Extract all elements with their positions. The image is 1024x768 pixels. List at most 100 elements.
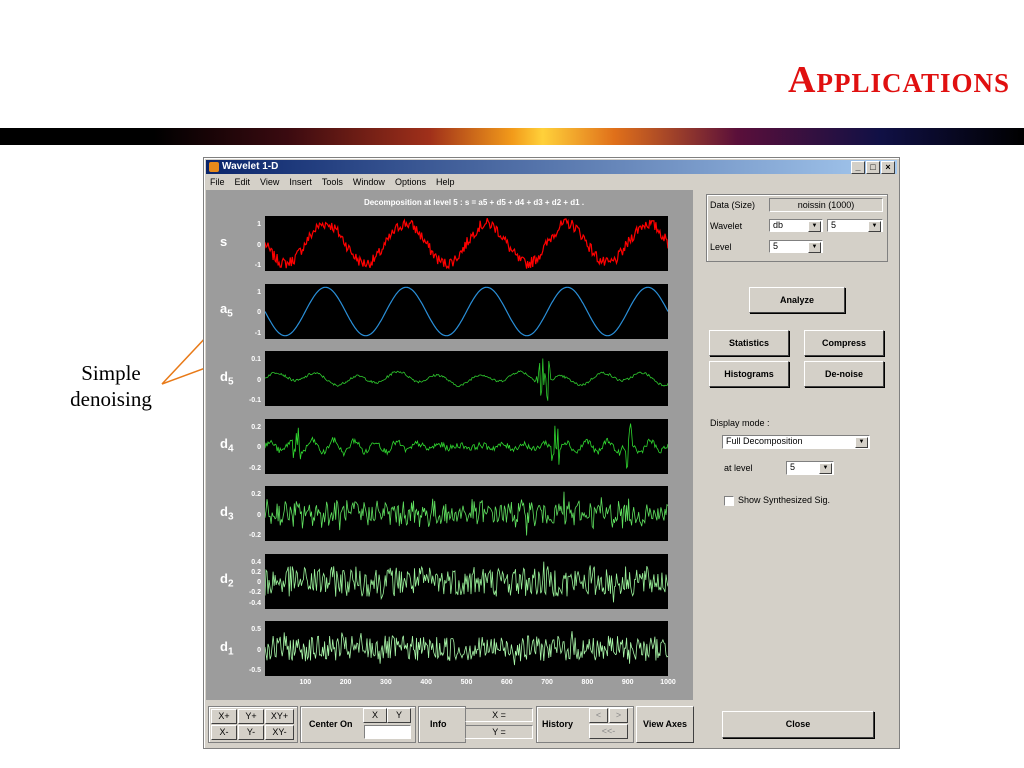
x-tick-label: 600 [500,679,513,686]
zoom-y-plus-button[interactable]: Y+ [238,709,264,724]
x-tick-label: 700 [541,679,553,686]
subplot-d1[interactable] [265,621,668,676]
chevron-down-icon: ▼ [808,221,821,232]
menu-window[interactable]: Window [353,175,385,189]
subplot-label-a5: a5 [220,301,233,320]
subplot-label-sub: 3 [227,511,234,523]
at-level-select[interactable]: 5 ▼ [786,461,834,475]
window-titlebar[interactable]: Wavelet 1-D _ □ × [206,160,897,174]
matlab-logo-icon [209,162,219,172]
y-tick-label: 0 [257,444,261,451]
signal-trace-d2 [265,561,668,602]
y-tick-label: 0 [257,646,261,654]
menu-insert[interactable]: Insert [289,175,312,189]
history-forward-button[interactable]: > [609,708,628,723]
close-button[interactable]: Close [722,711,874,738]
zoom-x-minus-button[interactable]: X- [211,725,237,740]
histograms-button[interactable]: Histograms [709,361,789,387]
data-size-field: noissin (1000) [769,198,883,212]
history-first-button[interactable]: <<- [589,724,628,739]
y-tick-label: 0 [257,376,261,384]
subplot-label-sub: 4 [227,443,234,455]
wavelet-family-select[interactable]: db ▼ [769,219,823,232]
center-y-button[interactable]: Y [387,708,411,723]
subplot-label-name: d [220,436,228,451]
minimize-button[interactable]: _ [851,161,865,174]
subplot-label-d2: d2 [220,571,234,590]
signal-trace-d1 [265,631,668,666]
subplot-d2[interactable] [265,553,668,609]
signal-trace-d5 [265,358,668,401]
center-value-input[interactable] [364,725,411,739]
zoom-y-minus-button[interactable]: Y- [238,725,264,740]
signal-trace-a5 [265,286,668,336]
subplot-label-d1: d1 [220,639,234,658]
x-tick-label: 200 [339,679,352,686]
analyze-button[interactable]: Analyze [749,287,845,313]
subplot-label-d3: d3 [220,504,234,523]
menubar: File Edit View Insert Tools Window Optio… [206,175,897,189]
subplot-label-d4: d4 [220,436,234,455]
display-mode-select[interactable]: Full Decomposition ▼ [722,435,870,449]
show-synthesized-label: Show Synthesized Sig. [738,495,831,505]
at-level-value: 5 [790,462,796,472]
menu-edit[interactable]: Edit [235,175,251,189]
chevron-down-icon: ▼ [808,242,821,253]
subplot-a5[interactable] [265,283,668,339]
zoom-xy-minus-button[interactable]: XY- [265,725,294,740]
y-tick-label: -0.2 [248,589,261,597]
x-tick-label: 1000 [660,679,676,686]
history-back-button[interactable]: < [589,708,608,723]
y-tick-label: -1 [254,329,261,337]
subplot-d4[interactable] [265,418,668,474]
signal-trace-d3 [265,491,668,536]
show-synthesized-checkbox[interactable] [724,496,734,506]
menu-file[interactable]: File [210,175,225,189]
info-label: Info [430,719,447,729]
y-tick-label: 0.2 [251,568,261,576]
subplot-label-name: s [220,233,228,249]
denoise-button[interactable]: De-noise [804,361,884,387]
zoom-xy-plus-button[interactable]: XY+ [265,709,294,724]
level-value: 5 [773,241,779,251]
menu-tools[interactable]: Tools [322,175,343,189]
y-tick-label: 0.5 [251,626,261,633]
menu-help[interactable]: Help [436,175,455,189]
close-window-button[interactable]: × [881,161,895,174]
subplot-d5[interactable] [265,351,668,406]
level-select[interactable]: 5 ▼ [769,240,823,253]
subplot-label-name: d [220,638,228,654]
subplot-label-name: d [220,571,228,586]
y-tick-label: -0.5 [248,667,261,674]
center-x-button[interactable]: X [363,708,387,723]
display-mode-value: Full Decomposition [726,436,803,446]
y-tick-label: 0.1 [251,356,261,363]
subplot-label-name: d [220,368,228,384]
menu-options[interactable]: Options [395,175,426,189]
subplot-d3[interactable] [265,486,668,541]
x-tick-label: 500 [460,679,473,686]
compress-button[interactable]: Compress [804,330,884,356]
y-tick-label: -0.2 [248,532,261,539]
y-tick-label: 0.2 [251,423,261,431]
y-tick-label: -0.2 [248,464,261,472]
y-tick-label: 0.4 [251,558,261,566]
zoom-x-plus-button[interactable]: X+ [211,709,237,724]
y-tick-label: 0 [257,579,261,586]
menu-view[interactable]: View [260,175,279,189]
wavelet-order-value: 5 [831,220,837,230]
x-tick-label: 300 [380,679,392,686]
statistics-button[interactable]: Statistics [709,330,789,356]
y-tick-label: 0 [257,511,261,519]
at-level-label: at level [724,463,753,473]
maximize-button[interactable]: □ [866,161,880,174]
signal-trace-s [265,218,668,270]
subplot-s[interactable] [265,216,668,271]
wavelet-order-select[interactable]: 5 ▼ [827,219,883,232]
y-tick-label: -0.1 [248,397,261,404]
view-axes-button[interactable]: View Axes [636,706,694,743]
signal-trace-d4 [265,423,668,469]
decomposition-header: Decomposition at level 5 : s = a5 + d5 +… [363,198,585,207]
y-tick-label: 0.2 [251,491,261,498]
y-tick-label: 1 [257,221,261,228]
